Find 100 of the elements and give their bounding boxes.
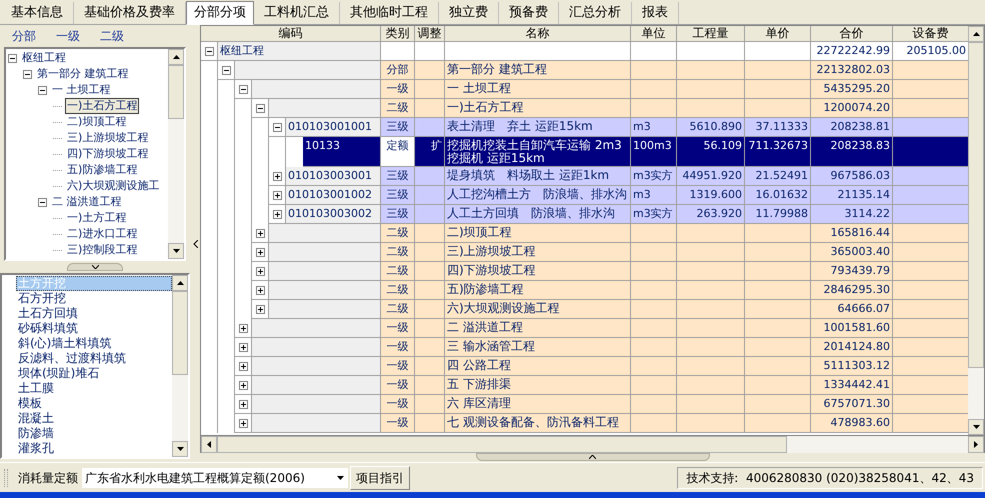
collapse-icon[interactable] bbox=[272, 123, 282, 132]
tree-scrollbar[interactable] bbox=[168, 49, 184, 259]
tree-item[interactable]: 一 土坝工程 bbox=[50, 83, 112, 97]
expand-icon[interactable] bbox=[272, 172, 282, 181]
collapse-icon[interactable] bbox=[238, 85, 248, 94]
list-item[interactable]: 土工膜 bbox=[16, 381, 172, 396]
tab[interactable]: 其他临时工程 bbox=[340, 2, 439, 24]
collapse-icon[interactable] bbox=[38, 198, 47, 206]
table-cell: 010103003002 bbox=[286, 205, 381, 224]
horizontal-scrollbar[interactable] bbox=[200, 436, 985, 453]
list-item[interactable]: 模板 bbox=[16, 396, 172, 411]
list-item[interactable]: 砂砾料填筑 bbox=[16, 321, 172, 336]
collapse-icon[interactable] bbox=[204, 47, 214, 56]
tab[interactable]: 预备费 bbox=[499, 2, 559, 24]
scroll-down-icon bbox=[972, 425, 980, 429]
table-cell bbox=[415, 118, 445, 137]
table-cell: 二级 bbox=[381, 243, 415, 262]
table-cell bbox=[631, 224, 677, 243]
table-cell: 一级 bbox=[381, 80, 415, 99]
collapse-icon[interactable] bbox=[222, 66, 230, 75]
list-item[interactable]: 坝体(坝趾)堆石 bbox=[16, 366, 172, 381]
splitter-handle[interactable] bbox=[476, 453, 710, 461]
splitter-handle[interactable] bbox=[67, 263, 123, 271]
table-cell: 一级 bbox=[381, 338, 415, 357]
guide-button[interactable]: 项目指引 bbox=[350, 466, 410, 490]
table-cell: 定额 bbox=[381, 137, 415, 167]
scroll-up-icon bbox=[172, 55, 180, 59]
table-cell bbox=[677, 61, 745, 80]
tree-item[interactable]: 五)防渗墙工程 bbox=[65, 163, 140, 177]
expand-icon[interactable] bbox=[238, 362, 248, 371]
table-cell: m3实方 bbox=[631, 167, 677, 186]
collapse-left-icon[interactable] bbox=[192, 240, 198, 248]
table-cell: 56.109 bbox=[677, 137, 745, 167]
expand-icon[interactable] bbox=[238, 324, 248, 333]
tree-item[interactable]: 二 溢洪道工程 bbox=[50, 195, 124, 209]
table-cell bbox=[415, 300, 445, 319]
table-cell bbox=[677, 243, 745, 262]
collapse-icon[interactable] bbox=[38, 86, 47, 94]
tab[interactable]: 基本信息 bbox=[1, 2, 74, 24]
list-item[interactable]: 石方开挖 bbox=[16, 291, 172, 306]
expand-icon[interactable] bbox=[238, 400, 248, 409]
tab[interactable]: 汇总分析 bbox=[559, 2, 632, 24]
table-cell bbox=[415, 80, 445, 99]
scroll-left-icon bbox=[207, 441, 211, 448]
table-cell: 三级 bbox=[381, 186, 415, 205]
table-cell: 三)上游坝坡工程 bbox=[445, 243, 631, 262]
expand-icon[interactable] bbox=[272, 191, 282, 200]
collapse-icon[interactable] bbox=[23, 70, 32, 78]
list-item[interactable]: 防渗墙 bbox=[16, 426, 172, 441]
level-link[interactable]: 分部 bbox=[12, 27, 36, 45]
table-cell bbox=[415, 376, 445, 395]
level-link[interactable]: 二级 bbox=[100, 27, 124, 45]
expand-icon[interactable] bbox=[256, 286, 264, 295]
table-cell bbox=[631, 61, 677, 80]
list-item[interactable]: 混凝土 bbox=[16, 411, 172, 426]
tree-item[interactable]: 三)上游坝坡工程 bbox=[65, 131, 150, 145]
table-cell bbox=[677, 224, 745, 243]
list-scrollbar[interactable] bbox=[172, 275, 188, 457]
table-cell bbox=[745, 61, 811, 80]
collapse-icon[interactable] bbox=[8, 54, 17, 62]
tree-item[interactable]: 第一部分 建筑工程 bbox=[35, 67, 130, 81]
table-cell bbox=[631, 357, 677, 376]
tree-item[interactable]: 六)大坝观测设施工 bbox=[65, 179, 162, 193]
tree-item[interactable]: 四)下游坝坡工程 bbox=[65, 147, 150, 161]
table-cell: 478983.60 bbox=[811, 414, 893, 433]
tree-item[interactable]: 二)进水口工程 bbox=[65, 227, 140, 241]
table-cell bbox=[745, 395, 811, 414]
table-cell bbox=[745, 300, 811, 319]
tree-item[interactable]: 二)坝顶工程 bbox=[65, 115, 128, 129]
expand-icon[interactable] bbox=[256, 267, 264, 276]
expand-icon[interactable] bbox=[256, 229, 264, 238]
level-link[interactable]: 一级 bbox=[56, 27, 80, 45]
tab[interactable]: 分部分项 bbox=[186, 1, 254, 25]
list-item[interactable]: 灌浆孔 bbox=[16, 441, 172, 456]
table-cell bbox=[677, 319, 745, 338]
list-item[interactable]: 反滤料、过渡料填筑 bbox=[16, 351, 172, 366]
table-cell: 二级 bbox=[381, 262, 415, 281]
table-cell bbox=[745, 338, 811, 357]
tree-item[interactable]: 一)土石方工程 bbox=[65, 98, 140, 114]
quota-dropdown[interactable]: 广东省水利水电建筑工程概算定额(2006) bbox=[82, 468, 348, 488]
expand-icon[interactable] bbox=[238, 343, 248, 352]
tab[interactable]: 报表 bbox=[632, 2, 679, 24]
table-cell bbox=[415, 338, 445, 357]
grid-scrollbar[interactable] bbox=[968, 26, 984, 435]
expand-icon[interactable] bbox=[256, 305, 264, 314]
tree-item[interactable]: 枢纽工程 bbox=[20, 51, 68, 65]
table-cell: 967586.03 bbox=[811, 167, 893, 186]
tab[interactable]: 工料机汇总 bbox=[254, 2, 340, 24]
list-item[interactable]: 斜(心)墙土料填筑 bbox=[16, 336, 172, 351]
expand-icon[interactable] bbox=[238, 381, 248, 390]
table-cell bbox=[677, 376, 745, 395]
table-cell bbox=[631, 300, 677, 319]
tree-item[interactable]: 三)控制段工程 bbox=[65, 243, 140, 257]
tab[interactable]: 独立费 bbox=[439, 2, 499, 24]
expand-icon[interactable] bbox=[272, 210, 282, 219]
collapse-icon[interactable] bbox=[256, 104, 264, 113]
list-item[interactable]: 土石方回填 bbox=[16, 306, 172, 321]
tree-item[interactable]: 一)土方工程 bbox=[65, 211, 128, 225]
expand-icon[interactable] bbox=[256, 248, 264, 257]
expand-icon[interactable] bbox=[238, 419, 248, 428]
